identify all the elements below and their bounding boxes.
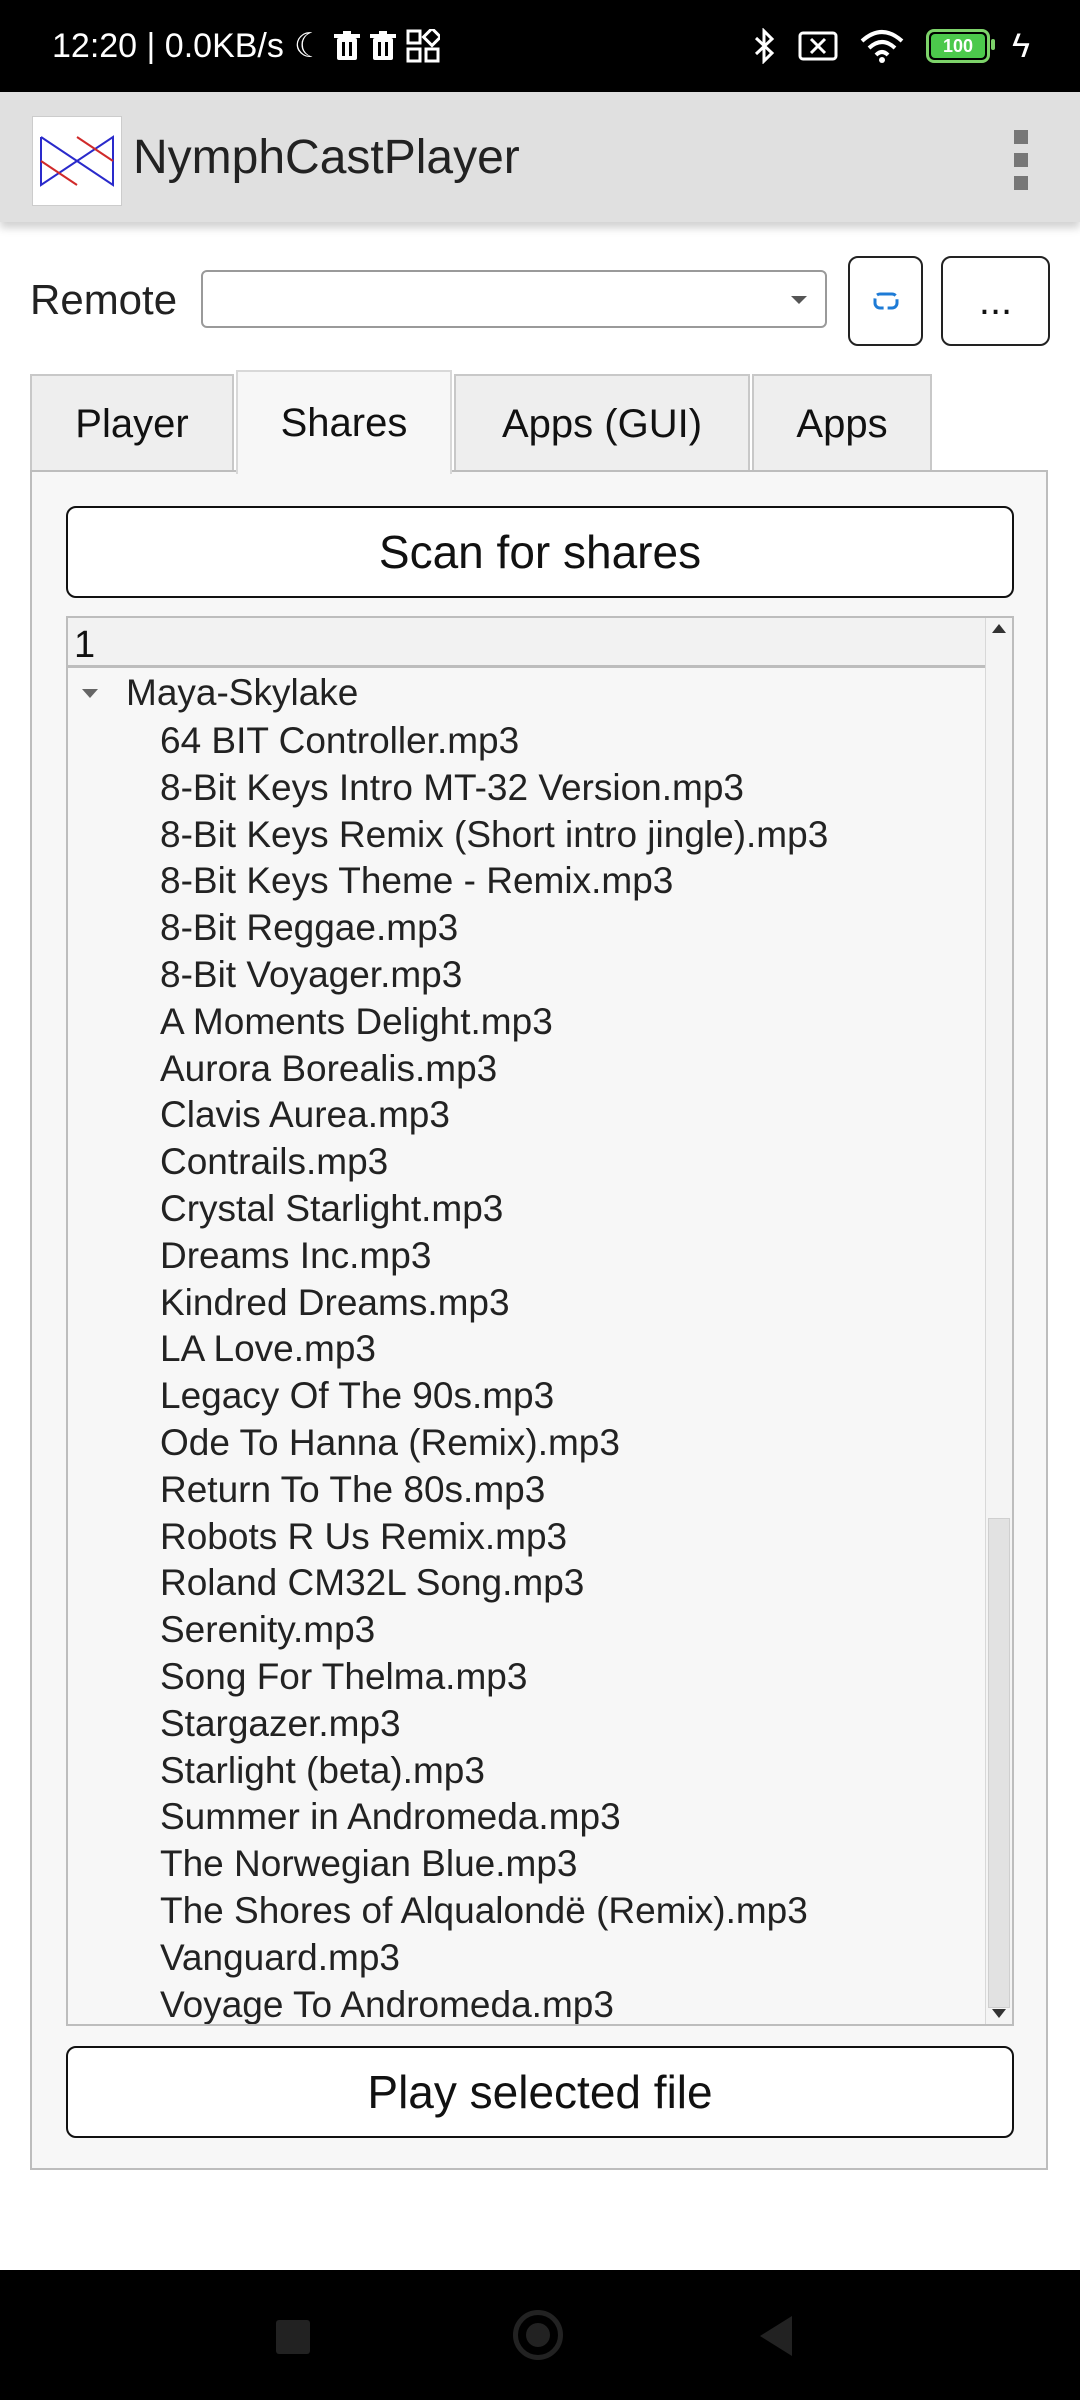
status-bar: 12:20 | 0.0KB/s ☾ 100 ϟ [0, 0, 1080, 92]
file-item[interactable]: Crystal Starlight.mp3 [160, 1186, 828, 1233]
remote-select[interactable] [201, 270, 827, 328]
bluetooth-icon [754, 28, 775, 64]
tab-apps-gui[interactable]: Apps (GUI) [454, 374, 750, 472]
file-item[interactable]: Roland CM32L Song.mp3 [160, 1560, 828, 1607]
file-item[interactable]: Legacy Of The 90s.mp3 [160, 1373, 828, 1420]
file-item[interactable]: LA Love.mp3 [160, 1326, 828, 1373]
file-item[interactable]: Summer in Andromeda.mp3 [160, 1794, 828, 1841]
dropdown-arrow-icon [791, 296, 807, 304]
tree-column-header: 1 [68, 618, 986, 668]
file-item[interactable]: 8-Bit Keys Theme - Remix.mp3 [160, 858, 828, 905]
file-item[interactable]: Robots R Us Remix.mp3 [160, 1514, 828, 1561]
file-item[interactable]: 8-Bit Voyager.mp3 [160, 952, 828, 999]
trash-icon [370, 31, 397, 60]
remote-label: Remote [30, 276, 178, 323]
file-item[interactable]: Ode To Hanna (Remix).mp3 [160, 1420, 828, 1467]
app-title: NymphCastPlayer [133, 130, 520, 184]
file-item[interactable]: Song For Thelma.mp3 [160, 1654, 828, 1701]
scroll-up-arrow-icon[interactable] [992, 624, 1006, 633]
moon-icon: ☾ [293, 27, 325, 65]
tree-scrollbar[interactable] [985, 618, 1012, 2024]
file-item[interactable]: Serenity.mp3 [160, 1607, 828, 1654]
scan-for-shares-button[interactable]: Scan for shares [66, 506, 1014, 598]
file-item[interactable]: A Moments Delight.mp3 [160, 999, 828, 1046]
scrollbar-thumb[interactable] [988, 1518, 1010, 2008]
charging-icon: ϟ [1012, 27, 1030, 65]
no-sim-icon [798, 31, 838, 61]
shares-tree[interactable]: 1 Maya-Skylake 64 BIT Controller.mp3 8-Bi… [66, 616, 1014, 2026]
file-list: 64 BIT Controller.mp3 8-Bit Keys Intro MT… [160, 718, 828, 2024]
tab-apps[interactable]: Apps [752, 374, 932, 472]
scroll-down-arrow-icon[interactable] [992, 2009, 1006, 2018]
file-item[interactable]: The Norwegian Blue.mp3 [160, 1841, 828, 1888]
refresh-icon [873, 292, 898, 310]
refresh-button[interactable] [848, 256, 923, 346]
tree-root-node[interactable]: Maya-Skylake [68, 670, 358, 716]
tree-root-label: Maya-Skylake [126, 672, 359, 713]
status-time-speed: 12:20 | 0.0KB/s [52, 26, 284, 65]
file-item[interactable]: The Shores of Alqualondë (Remix).mp3 [160, 1888, 828, 1935]
file-item[interactable]: 8-Bit Keys Intro MT-32 Version.mp3 [160, 765, 828, 812]
battery-level: 100 [942, 35, 974, 56]
tab-player[interactable]: Player [30, 374, 234, 472]
status-left: 12:20 | 0.0KB/s ☾ [52, 0, 441, 92]
file-item[interactable]: Dreams Inc.mp3 [160, 1233, 828, 1280]
play-selected-file-button[interactable]: Play selected file [66, 2046, 1014, 2138]
file-item[interactable]: Starlight (beta).mp3 [160, 1748, 828, 1795]
tab-shares[interactable]: Shares [236, 370, 452, 474]
overflow-menu-icon[interactable] [1014, 130, 1028, 190]
more-button[interactable]: ... [941, 256, 1050, 346]
file-item[interactable]: 8-Bit Reggae.mp3 [160, 905, 828, 952]
battery-icon: 100 [926, 29, 995, 63]
file-item[interactable]: Stargazer.mp3 [160, 1701, 828, 1748]
file-item[interactable]: Clavis Aurea.mp3 [160, 1092, 828, 1139]
file-item[interactable]: Aurora Borealis.mp3 [160, 1046, 828, 1093]
file-item[interactable]: Contrails.mp3 [160, 1139, 828, 1186]
status-right: 100 ϟ [754, 0, 1030, 92]
wifi-icon [860, 30, 904, 63]
file-item[interactable]: 64 BIT Controller.mp3 [160, 718, 828, 765]
home-icon[interactable] [513, 2310, 563, 2360]
file-item[interactable]: Voyage To Andromeda.mp3 [160, 1982, 828, 2024]
file-item[interactable]: Return To The 80s.mp3 [160, 1467, 828, 1514]
expand-arrow-icon[interactable] [82, 688, 98, 698]
apps-grid-icon [406, 29, 441, 63]
trash-icon [334, 31, 361, 60]
file-item[interactable]: 8-Bit Keys Remix (Short intro jingle).mp… [160, 812, 828, 859]
file-item[interactable]: Kindred Dreams.mp3 [160, 1280, 828, 1327]
app-logo-icon [32, 116, 122, 206]
app-bar: NymphCastPlayer [0, 92, 1080, 222]
file-item[interactable]: Vanguard.mp3 [160, 1935, 828, 1982]
back-icon[interactable] [760, 2316, 792, 2356]
recents-icon[interactable] [276, 2320, 310, 2354]
